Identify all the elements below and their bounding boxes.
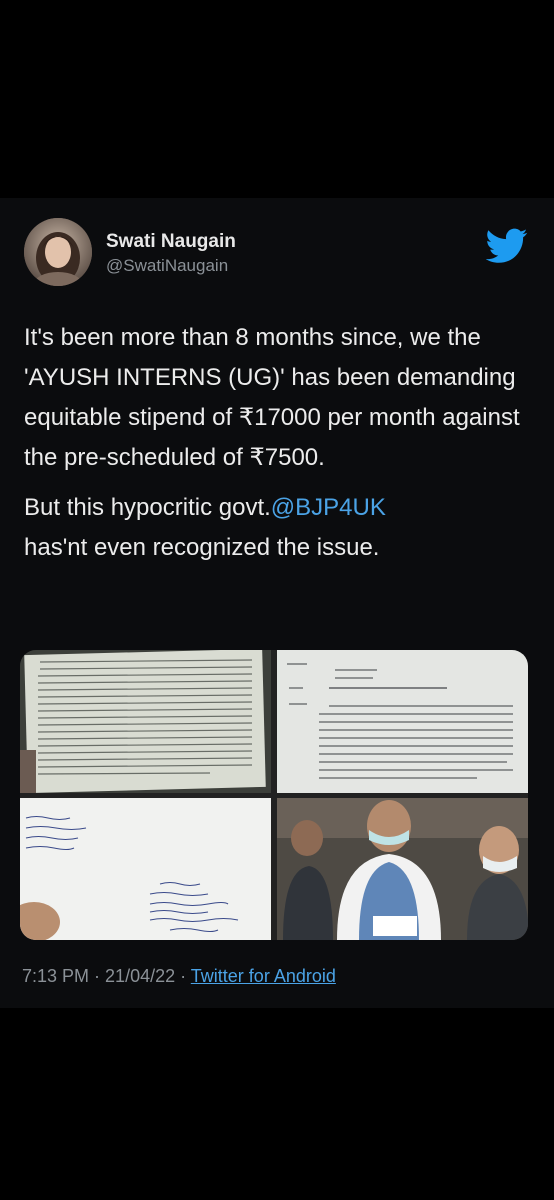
document-photo-icon <box>277 650 528 793</box>
tweet-paragraph-2: But this hypocritic govt.@BJP4UK has'nt e… <box>24 488 534 568</box>
media-photo-3[interactable] <box>20 798 271 940</box>
tweet-text: It's been more than 8 months since, we t… <box>24 318 534 578</box>
tweet-source-link[interactable]: Twitter for Android <box>191 966 336 986</box>
meta-separator-2: · <box>175 966 191 986</box>
display-name[interactable]: Swati Naugain <box>106 231 236 253</box>
media-photo-2[interactable] <box>277 650 528 793</box>
tweet-meta: 7:13 PM · 21/04/22 · Twitter for Android <box>22 966 336 987</box>
envelope-photo-icon <box>20 798 271 940</box>
twitter-bird-icon <box>486 228 528 263</box>
tweet-date[interactable]: 21/04/22 <box>105 966 175 986</box>
people-photo-icon <box>277 798 528 940</box>
document-photo-icon <box>20 650 271 793</box>
tweet-time[interactable]: 7:13 PM <box>22 966 89 986</box>
avatar[interactable] <box>24 218 92 286</box>
tweet-paragraph-2-suffix: has'nt even recognized the issue. <box>24 534 380 561</box>
screenshot-page: Swati Naugain @SwatiNaugain It's been mo… <box>0 0 554 1200</box>
avatar-photo-icon <box>24 218 92 286</box>
media-grid[interactable] <box>20 650 528 940</box>
media-photo-1[interactable] <box>20 650 271 793</box>
user-handle[interactable]: @SwatiNaugain <box>106 256 228 276</box>
tweet-paragraph-1: It's been more than 8 months since, we t… <box>24 324 520 471</box>
meta-separator: · <box>89 966 106 986</box>
tweet-paragraph-2-prefix: But this hypocritic govt. <box>24 494 271 521</box>
mention-link[interactable]: @BJP4UK <box>271 494 386 521</box>
media-photo-4[interactable] <box>277 798 528 940</box>
tweet-card: Swati Naugain @SwatiNaugain It's been mo… <box>0 198 554 1008</box>
